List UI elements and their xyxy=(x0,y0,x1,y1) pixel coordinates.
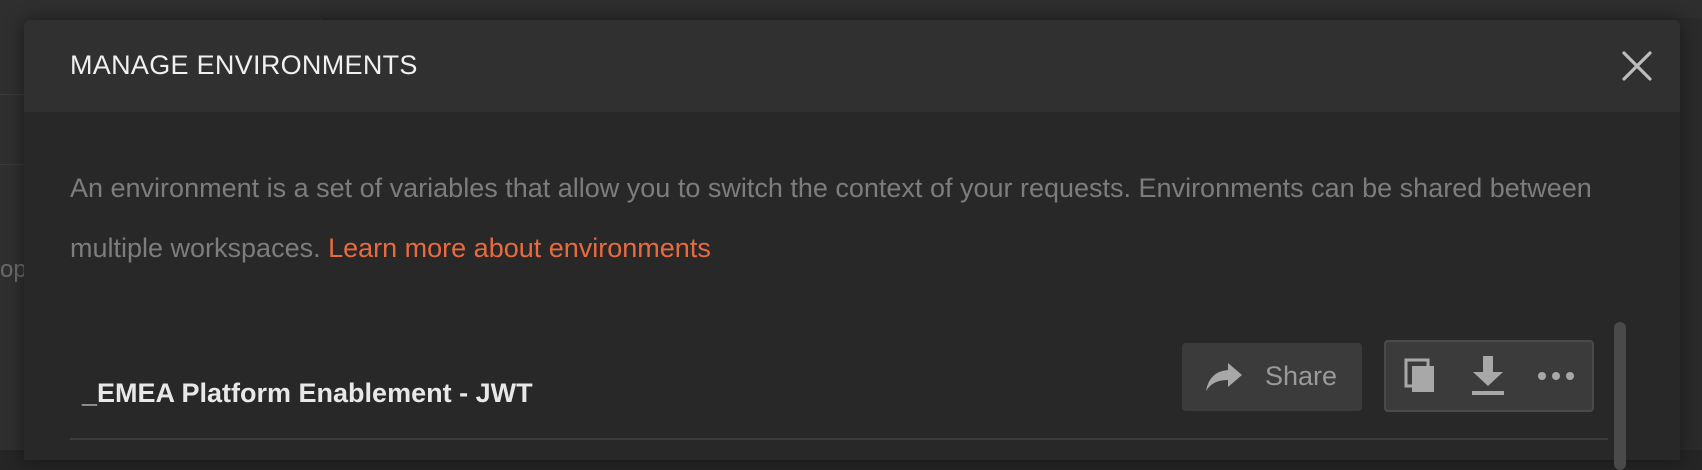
modal-title: MANAGE ENVIRONMENTS xyxy=(70,50,418,80)
close-button[interactable] xyxy=(1617,46,1657,86)
share-icon xyxy=(1206,363,1242,391)
modal-header: MANAGE ENVIRONMENTS xyxy=(24,20,1680,112)
modal-description: An environment is a set of variables tha… xyxy=(70,158,1630,278)
share-button[interactable]: Share xyxy=(1182,343,1362,411)
download-button[interactable] xyxy=(1456,342,1520,410)
duplicate-button[interactable] xyxy=(1388,342,1452,410)
manage-environments-modal: MANAGE ENVIRONMENTS An environment is a … xyxy=(24,20,1680,470)
background-header-strip xyxy=(320,0,1702,18)
share-button-label: Share xyxy=(1265,361,1338,391)
description-text: An environment is a set of variables tha… xyxy=(70,173,1592,263)
background-partial-text: op xyxy=(0,256,27,283)
duplicate-icon xyxy=(1404,358,1434,392)
environment-row-divider xyxy=(70,438,1608,440)
scrollbar[interactable] xyxy=(1614,322,1626,470)
learn-more-link[interactable]: Learn more about environments xyxy=(328,233,711,263)
more-icon xyxy=(1538,372,1574,380)
environment-name[interactable]: _EMEA Platform Enablement - JWT xyxy=(82,378,533,409)
more-options-button[interactable] xyxy=(1524,342,1588,410)
environment-actions-group xyxy=(1384,340,1594,412)
close-icon xyxy=(1622,51,1652,81)
download-icon xyxy=(1472,356,1504,395)
